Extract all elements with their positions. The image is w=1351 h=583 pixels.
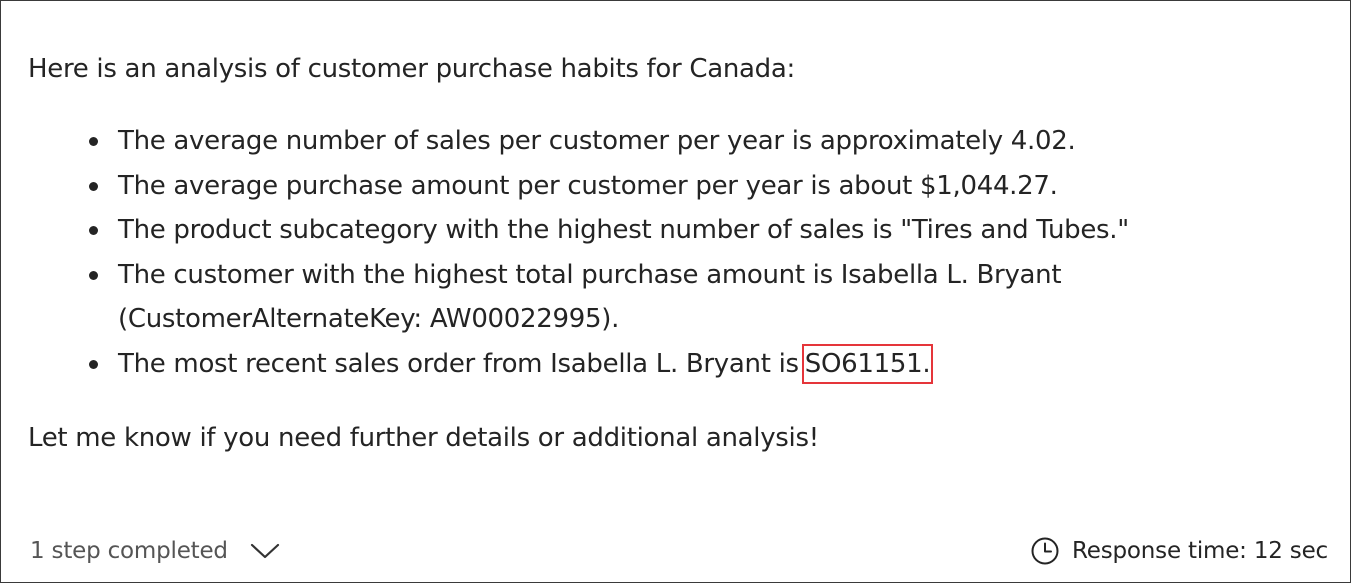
analysis-bullet-list: The average number of sales per customer… <box>28 119 1330 386</box>
bullet-text: The most recent sales order from Isabell… <box>118 348 799 379</box>
clock-icon <box>1031 537 1059 565</box>
assistant-message: Here is an analysis of customer purchase… <box>28 47 1330 460</box>
list-item: The average number of sales per customer… <box>89 119 1330 164</box>
list-item: The most recent sales order from Isabell… <box>89 342 1330 387</box>
bullet-text: The average number of sales per customer… <box>118 126 1076 156</box>
response-footer: 1 step completed Response time: 12 sec <box>30 531 1328 571</box>
message-outro: Let me know if you need further details … <box>28 423 819 453</box>
message-intro: Here is an analysis of customer purchase… <box>28 54 795 84</box>
list-item: The average purchase amount per customer… <box>89 164 1330 209</box>
highlighted-order-id: SO61151. <box>801 343 934 384</box>
steps-completed-label: 1 step completed <box>30 538 228 564</box>
bullet-text-line2: (CustomerAlternateKey: AW00022995). <box>118 304 620 334</box>
response-time: Response time: 12 sec <box>1030 536 1328 566</box>
chevron-down-icon <box>250 543 279 559</box>
response-time-label: Response time: 12 sec <box>1072 538 1328 564</box>
list-item: The product subcategory with the highest… <box>89 208 1330 253</box>
list-item: The customer with the highest total purc… <box>89 253 1330 342</box>
bullet-text: The average purchase amount per customer… <box>118 170 1058 201</box>
steps-completed-toggle[interactable]: 1 step completed <box>30 538 280 564</box>
bullet-text-line1: The customer with the highest total purc… <box>118 259 1062 290</box>
chat-response-card: Here is an analysis of customer purchase… <box>0 0 1351 583</box>
bullet-text: The product subcategory with the highest… <box>118 215 1129 245</box>
